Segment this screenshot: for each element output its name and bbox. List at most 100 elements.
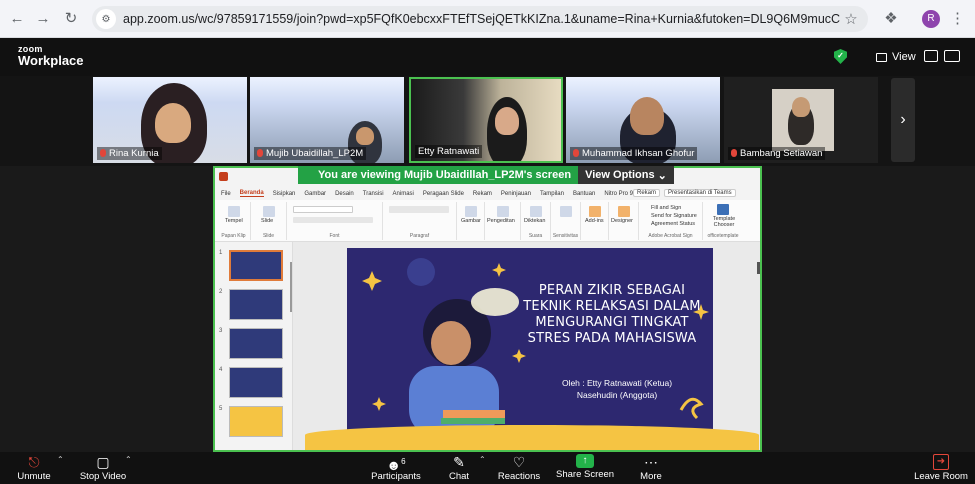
- menu-item[interactable]: File: [221, 191, 231, 197]
- agreement-status-button[interactable]: Agreement Status: [651, 221, 695, 227]
- thumb-number: 1: [219, 250, 223, 256]
- menu-item[interactable]: Desain: [335, 191, 354, 197]
- ribbon-group: Paragraf: [383, 202, 457, 240]
- slide-thumbnail-selected[interactable]: [229, 250, 283, 281]
- reactions-button[interactable]: ♡ Reactions: [496, 452, 542, 484]
- ppt-menu: File Beranda Sisipkan Gambar Desain Tran…: [215, 187, 760, 200]
- participants-label: Participants: [371, 471, 421, 482]
- zoom-logo-bottom: Workplace: [18, 53, 84, 68]
- minimize-video-icon[interactable]: [924, 50, 938, 62]
- back-icon[interactable]: ←: [6, 8, 28, 30]
- reload-icon[interactable]: ↻: [60, 8, 82, 30]
- shared-screen: File Beranda Sisipkan Gambar Desain Tran…: [213, 166, 762, 452]
- more-dots-icon: ⋯: [644, 454, 658, 470]
- add-ins-icon[interactable]: [589, 206, 601, 217]
- powerpoint-icon: [219, 172, 228, 181]
- participant-tile[interactable]: Rina Kurnia: [93, 77, 247, 163]
- video-options-caret-icon[interactable]: ⌃: [125, 455, 132, 464]
- font-style-buttons[interactable]: [293, 217, 373, 223]
- next-page-chevron-icon[interactable]: ›: [891, 78, 915, 162]
- participant-name: Muhammad Ikhsan Ghofur: [570, 147, 698, 160]
- share-screen-icon: ↑: [576, 454, 594, 468]
- paragraph-buttons[interactable]: [389, 206, 449, 213]
- stop-video-button[interactable]: ▢ Stop Video: [78, 452, 128, 484]
- record-button[interactable]: Rekam: [633, 189, 661, 197]
- template-chooser-icon[interactable]: [717, 204, 729, 215]
- menu-item[interactable]: Rekam: [473, 191, 492, 197]
- sensitivity-icon[interactable]: [560, 206, 572, 217]
- fill-sign-button[interactable]: Fill and Sign: [651, 205, 681, 211]
- url-text[interactable]: app.zoom.us/wc/97859171559/join?pwd=xp5F…: [123, 12, 840, 26]
- template-chooser-label: Template Chooser: [712, 216, 736, 228]
- slide-thumbnail[interactable]: [229, 367, 283, 398]
- paste-icon[interactable]: [228, 206, 240, 217]
- editing-icon[interactable]: [497, 206, 509, 217]
- menu-item-active[interactable]: Beranda: [239, 190, 264, 197]
- slide-thumbnail[interactable]: [229, 328, 283, 359]
- dictate-icon[interactable]: [530, 206, 542, 217]
- leave-room-button[interactable]: ➜ Leave Room: [912, 452, 970, 484]
- unmute-button[interactable]: ⎋ Unmute: [14, 452, 54, 484]
- fullscreen-icon[interactable]: [944, 50, 960, 62]
- bookmark-star-icon[interactable]: ☆: [840, 10, 862, 28]
- thumb-number: 4: [219, 367, 223, 373]
- participant-count: 6: [401, 457, 406, 466]
- designer-icon[interactable]: [618, 206, 630, 217]
- slide-thumbnail[interactable]: [229, 406, 283, 437]
- view-options-button[interactable]: View Options ⌄: [578, 166, 674, 184]
- slide-scrollbar[interactable]: [757, 262, 760, 274]
- share-screen-button[interactable]: ↑ Share Screen: [556, 452, 614, 484]
- unmute-label: Unmute: [17, 471, 51, 482]
- editing-label: Pengeditan: [487, 218, 515, 224]
- more-button[interactable]: ⋯ More: [636, 452, 666, 484]
- slide-thumbnails: 1 2 3 4 5: [215, 242, 293, 450]
- participant-name: Etty Ratnawati: [415, 145, 483, 158]
- drawing-icon[interactable]: [465, 206, 477, 217]
- ribbon-group: Template Chooser officetemplate: [703, 202, 743, 240]
- forward-icon[interactable]: →: [32, 8, 54, 30]
- menu-item[interactable]: Peragaan Slide: [423, 191, 464, 197]
- participant-tile-speaking[interactable]: Etty Ratnawati: [409, 77, 563, 163]
- chat-options-caret-icon[interactable]: ⌃: [479, 455, 486, 464]
- slide-thumbnail[interactable]: [229, 289, 283, 320]
- reactions-label: Reactions: [497, 471, 541, 482]
- chat-button[interactable]: ✎ Chat: [444, 452, 474, 484]
- slide-canvas[interactable]: PERAN ZIKIR SEBAGAI TEKNIK RELAKSASI DAL…: [347, 248, 713, 431]
- menu-item[interactable]: Sisipkan: [273, 191, 296, 197]
- encryption-shield-icon[interactable]: ✓: [834, 49, 847, 64]
- zoom-header: zoom Workplace ✓ View: [0, 38, 975, 76]
- menu-item[interactable]: Gambar: [304, 191, 326, 197]
- profile-avatar[interactable]: R: [922, 10, 940, 28]
- participant-tile[interactable]: Bambang Setiawan: [724, 77, 878, 163]
- menu-item[interactable]: Peninjauan: [501, 191, 531, 197]
- browser-menu-icon[interactable]: ⋮: [950, 8, 965, 30]
- menu-item[interactable]: Animasi: [393, 191, 414, 197]
- menu-item[interactable]: Bantuan: [573, 191, 595, 197]
- send-signature-button[interactable]: Send for Signature: [651, 213, 697, 219]
- font-family-select[interactable]: [293, 206, 353, 213]
- ribbon-group: Slide Slide: [251, 202, 287, 240]
- view-button[interactable]: View: [876, 48, 916, 66]
- new-slide-icon[interactable]: [263, 206, 275, 217]
- muted-mic-icon: ⎋: [28, 454, 40, 470]
- menu-item[interactable]: Transisi: [363, 191, 384, 197]
- participants-icon: ☻6: [386, 457, 406, 473]
- muted-mic-icon: [257, 149, 263, 157]
- audio-options-caret-icon[interactable]: ⌃: [57, 455, 64, 464]
- participant-tile[interactable]: Muhammad Ikhsan Ghofur: [566, 77, 720, 163]
- menu-item[interactable]: Nitro Pro 9: [604, 191, 633, 197]
- slide-label: Slide: [261, 218, 274, 224]
- muted-mic-icon: [100, 149, 106, 157]
- participant-name: Mujib Ubaidillah_LP2M: [254, 147, 367, 160]
- address-bar[interactable]: ⚙ app.zoom.us/wc/97859171559/join?pwd=xp…: [92, 6, 868, 32]
- participants-button[interactable]: ☻6 Participants: [368, 452, 424, 484]
- extensions-icon[interactable]: ❖: [880, 8, 902, 30]
- site-info-icon[interactable]: ⚙: [96, 9, 116, 29]
- thumbnail-scrollbar[interactable]: [290, 262, 292, 312]
- slide-author-1: Oleh : Etty Ratnawati (Ketua): [561, 378, 673, 388]
- participant-tile[interactable]: Mujib Ubaidillah_LP2M: [250, 77, 404, 163]
- thumb-number: 3: [219, 328, 223, 334]
- menu-item[interactable]: Tampilan: [540, 191, 564, 197]
- group-label: Suara: [528, 233, 543, 239]
- present-teams-button[interactable]: Presentasikan di Teams: [664, 189, 736, 197]
